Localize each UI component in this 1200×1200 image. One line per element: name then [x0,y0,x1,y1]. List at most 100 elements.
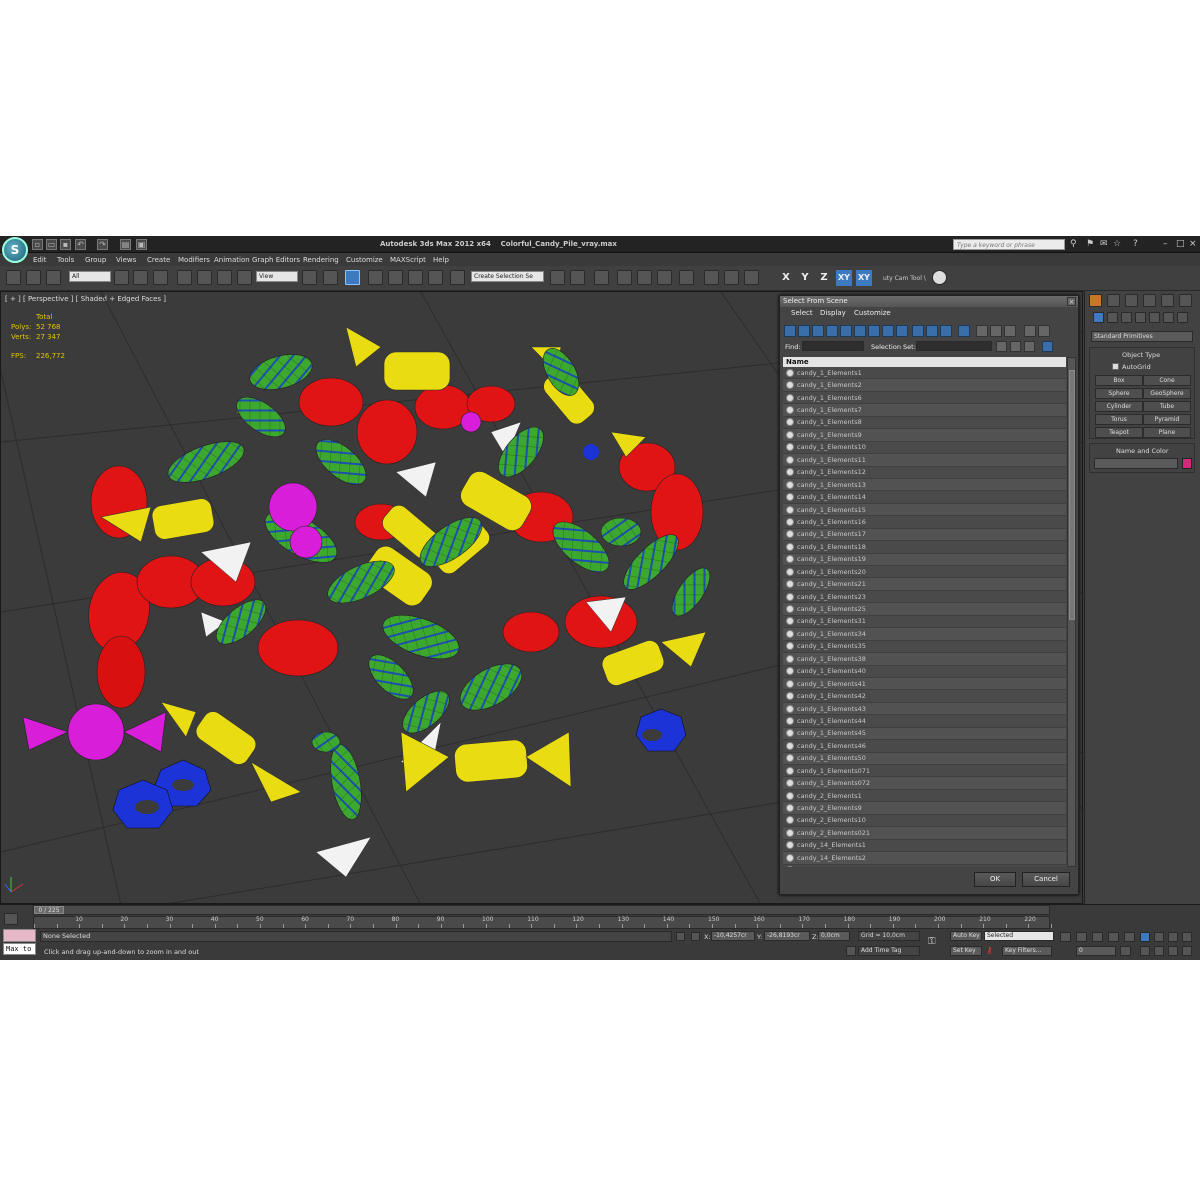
menu-modifiers[interactable]: Modifiers [178,256,210,264]
spacewarps-category-icon[interactable] [1163,312,1174,323]
menu-graph-editors[interactable]: Graph Editors [252,256,300,264]
mini-curve-editor-icon[interactable] [4,913,18,925]
schematic-view-icon[interactable] [657,270,672,285]
rendered-frame-window-icon[interactable] [724,270,739,285]
object-list-item[interactable]: candy_1_Elements45 [783,727,1066,741]
x-coordinate-field[interactable]: -10,4257cr [711,931,755,941]
box-button[interactable]: Box [1095,375,1143,386]
object-list-item[interactable]: candy_1_Elements13 [783,478,1066,492]
object-list-item[interactable]: candy_1_Elements2 [783,379,1066,392]
key-icon[interactable]: ⚿ [928,936,936,947]
filter-geometry-icon[interactable] [784,325,796,337]
communication-icon[interactable]: ✉ [1100,240,1108,249]
object-name-input[interactable] [1094,458,1178,469]
object-list-item[interactable]: candy_1_Elements12 [783,466,1066,479]
axis-y-button[interactable]: Y [797,270,813,286]
object-list-item[interactable]: candy_1_Elements7 [783,404,1066,417]
object-list-item[interactable]: candy_1_Elements21 [783,578,1066,591]
select-all-icon[interactable] [976,325,988,337]
menu-create[interactable]: Create [147,256,170,264]
field-of-view-icon[interactable] [1140,946,1150,956]
next-frame-icon[interactable] [1108,932,1119,942]
time-tag-icon[interactable] [846,946,856,956]
object-list-item[interactable]: candy_14_Elements1 [783,839,1066,853]
menu-edit[interactable]: Edit [33,256,47,264]
binoculars-icon[interactable]: ⚲ [1070,240,1077,249]
select-none-icon[interactable] [990,325,1002,337]
object-list-item[interactable]: candy_14_Elements2 [783,852,1066,865]
reference-coordinate-dropdown[interactable]: View [256,271,298,282]
object-list-item[interactable]: candy_2_Elements021 [783,827,1066,840]
spinner-snap-icon[interactable] [428,270,443,285]
scrollbar-thumb[interactable] [1069,370,1075,620]
go-to-end-icon[interactable] [1124,932,1135,942]
play-icon[interactable] [1092,932,1103,942]
object-list-item[interactable]: candy_1_Elements071 [783,765,1066,778]
add-time-tag-button[interactable]: Add Time Tag [858,946,920,956]
object-list-item[interactable]: candy_1_Elements11 [783,454,1066,467]
menu-rendering[interactable]: Rendering [303,256,339,264]
object-list-item[interactable]: candy_1_Elements072 [783,777,1066,790]
object-list-scrollbar[interactable] [1067,357,1076,867]
zoom-extents-icon[interactable] [1168,932,1178,942]
selection-filter-dropdown[interactable]: All [69,271,111,282]
object-list-item[interactable]: candy_1_Elements18 [783,541,1066,554]
filter-lights-icon[interactable] [812,325,824,337]
cameras-category-icon[interactable] [1135,312,1146,323]
object-list-item[interactable]: candy_2_Elements1 [783,789,1066,803]
time-configuration-icon[interactable] [1120,946,1131,956]
zoom-extents-all-icon[interactable] [1182,932,1192,942]
geometry-category-icon[interactable] [1093,312,1104,323]
modify-tab-icon[interactable] [1107,294,1120,307]
object-list-item[interactable]: candy_1_Elements19 [783,553,1066,566]
plane-button[interactable]: Plane [1143,427,1191,438]
name-column-header[interactable]: Name [783,357,1066,367]
ok-button[interactable]: OK [974,872,1016,887]
zoom-all-icon[interactable] [1154,932,1164,942]
filter-containers-icon[interactable] [912,325,924,337]
new-file-icon[interactable]: ▫ [32,239,43,250]
filter-shapes-icon[interactable] [798,325,810,337]
cone-button[interactable]: Cone [1143,375,1191,386]
window-crossing-icon[interactable] [177,270,192,285]
object-list-item[interactable]: candy_1_Elements6 [783,391,1066,405]
menu-views[interactable]: Views [116,256,136,264]
z-coordinate-field[interactable]: 0,0cm [818,931,850,941]
filter-hidden-icon[interactable] [940,325,952,337]
axis-xy-constraint-button[interactable]: XY [856,270,872,286]
lights-category-icon[interactable] [1121,312,1132,323]
set-key-icon[interactable]: ⚷ [986,946,993,956]
sync-selection-icon[interactable] [1038,325,1050,337]
select-manipulate-icon[interactable] [323,270,338,285]
bind-space-warp-icon[interactable] [46,270,61,285]
object-list-item[interactable]: candy_1_Elements44 [783,715,1066,728]
undo-icon[interactable]: ↶ [75,239,86,250]
object-list-item[interactable]: candy_1_Elements42 [783,690,1066,703]
object-list-item[interactable]: candy_1_Elements14 [783,491,1066,504]
hierarchy-tab-icon[interactable] [1125,294,1138,307]
select-object-icon[interactable] [114,270,129,285]
absolute-mode-icon[interactable] [691,932,700,941]
object-list-item[interactable]: candy_1_Elements40 [783,665,1066,678]
mirror-icon[interactable] [550,270,565,285]
auto-key-button[interactable]: Auto Key [950,931,982,941]
dialog-menu-select[interactable]: Select [791,309,813,317]
menu-customize[interactable]: Customize [346,256,383,264]
close-icon[interactable]: × [1189,240,1197,249]
maximize-icon[interactable]: □ [1176,240,1185,249]
object-list-item[interactable]: candy_1_Elements38 [783,653,1066,666]
axis-xy-button[interactable]: XY [836,270,852,286]
favorites-icon[interactable]: ☆ [1113,240,1121,249]
object-list-item[interactable]: candy_1_Elements15 [783,503,1066,517]
filter-frozen-icon[interactable] [926,325,938,337]
object-list-item[interactable]: candy_1_Elements10 [783,441,1066,455]
pan-view-icon[interactable] [1154,946,1164,956]
object-type-header[interactable]: Object Type [1122,351,1160,359]
object-list-item[interactable]: candy_1_Elements8 [783,416,1066,430]
teapot-button[interactable]: Teapot [1095,427,1143,438]
filter-spacewarps-icon[interactable] [854,325,866,337]
object-list-item[interactable]: candy_1_Elements23 [783,590,1066,604]
time-slider-thumb[interactable]: 0 / 225 [34,906,64,914]
add-selection-set-icon[interactable] [996,341,1007,352]
menu-animation[interactable]: Animation [214,256,250,264]
